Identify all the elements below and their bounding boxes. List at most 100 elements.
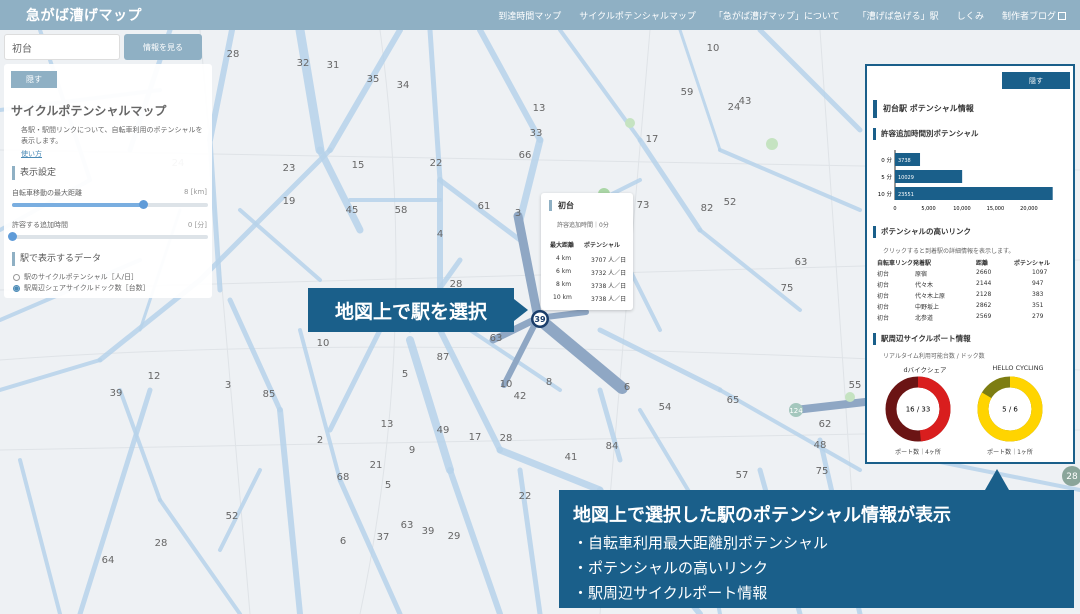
station-count-label: 59 (681, 87, 694, 98)
svg-text:124: 124 (789, 407, 803, 415)
port-count: ポート数｜1ヶ所 (987, 449, 1033, 456)
station-count-label: 64 (102, 555, 115, 566)
slider-thumb[interactable] (139, 200, 149, 209)
link-cell: 初台 (877, 315, 890, 322)
link-cell: 2660 (976, 269, 992, 276)
station-count-label: 42 (514, 391, 527, 402)
station-count-label: 17 (646, 134, 659, 145)
link-cell: 原宿 (915, 271, 928, 278)
gauge-value-label: 16 / 33 (906, 406, 931, 414)
radio-dock-count[interactable]: 駅周辺シェアサイクルドック数［台数］ (13, 283, 150, 293)
station-count-label: 6 (340, 536, 346, 547)
station-count-label: 75 (781, 283, 794, 294)
station-count-label: 45 (346, 205, 359, 216)
link-cell: 北参道 (915, 315, 934, 322)
selected-station-marker[interactable]: 39 (531, 310, 549, 328)
show-info-button[interactable]: 情報を見る (124, 34, 202, 60)
radio-icon[interactable] (13, 273, 20, 281)
station-count-label: 13 (533, 103, 546, 114)
port-availability-gauge: 5 / 6 (977, 376, 1043, 442)
station-count-label: 63 (795, 257, 808, 268)
station-search-input[interactable] (4, 34, 120, 60)
nav-about[interactable]: 「急がば漕げマップ」について (714, 9, 840, 22)
extra-time-slider[interactable] (8, 232, 208, 241)
radio-label: 駅のサイクルポテンシャル［人/日］ (24, 273, 139, 281)
popup-extra-time: 許容追加時間｜0分 (557, 222, 609, 229)
settings-heading: 表示設定 (12, 166, 56, 180)
popup-station-name: 初台 (549, 200, 574, 211)
col-header: 距離 (976, 260, 989, 267)
top-nav: 到達時間マップ サイクルポテンシャルマップ 「急がば漕げマップ」について 「漕げ… (498, 0, 1066, 30)
chart-tick-label: 15,000 (987, 206, 1005, 212)
max-distance-slider[interactable] (12, 200, 208, 209)
callout-info-item: ・ポテンシャルの高いリンク (573, 559, 769, 577)
station-count-label: 6 (624, 382, 630, 393)
slider-thumb[interactable] (8, 232, 17, 241)
link-cell: 351 (1032, 302, 1044, 309)
callout-arrow (514, 299, 528, 321)
max-distance-label: 自転車移動の最大距離 (12, 189, 82, 197)
link-cell: 2569 (976, 313, 992, 320)
hide-info-panel-button[interactable]: 隠す (1002, 72, 1070, 89)
station-count-label: 10 (500, 379, 513, 390)
chart-tick-label: 10,000 (953, 206, 971, 212)
station-count-label: 63 (401, 520, 414, 531)
popup-row-dist: 6 km (556, 268, 572, 275)
chart-tick-label: 20,000 (1020, 206, 1038, 212)
nav-blog[interactable]: 制作者ブログ (1002, 9, 1066, 22)
top-bar: 急がば漕げマップ 到達時間マップ サイクルポテンシャルマップ 「急がば漕げマップ… (0, 0, 1080, 30)
station-popup: 初台 許容追加時間｜0分 最大距離 ポテンシャル 4 km 3707 人／日 6… (541, 193, 633, 310)
station-count-label: 23 (283, 163, 296, 174)
nav-cycle-potential-map[interactable]: サイクルポテンシャルマップ (579, 9, 696, 22)
extra-time-potential-chart: 0 分 3738 5 分 10029 10 分 23551 0 5,000 10,000 15,0… (878, 150, 1053, 212)
station-count-label: 33 (530, 128, 543, 139)
station-count-label: 75 (816, 466, 829, 477)
link-cell: 初台 (877, 304, 890, 311)
usage-link[interactable]: 使い方 (21, 149, 42, 159)
station-count-label: 55 (849, 380, 862, 391)
nav-stations[interactable]: 「漕げば急げる」駅 (858, 9, 939, 22)
link-cell: 中野坂上 (915, 304, 940, 311)
chart-data-label: 3738 (898, 158, 911, 164)
link-cell: 代々木上原 (915, 293, 946, 300)
link-cell: 2128 (976, 291, 992, 298)
callout-select-station: 地図上で駅を選択 (308, 288, 514, 332)
station-count-label: 10 (317, 338, 330, 349)
link-cell: 279 (1032, 313, 1044, 320)
station-count-label: 28 (227, 49, 240, 60)
panel-title: サイクルポテンシャルマップ (11, 104, 167, 118)
chart-data-label: 23551 (898, 192, 914, 198)
port-availability-gauge: 16 / 33 (885, 376, 951, 442)
gauge-value-label: 5 / 6 (1002, 406, 1018, 414)
callout-arrow (985, 469, 1009, 490)
station-count-label: 10 (707, 43, 720, 54)
chart-tick-label: 0 (893, 206, 896, 212)
station-count-label: 3 (225, 380, 231, 391)
chart-category-label: 10 分 (878, 190, 893, 198)
radio-station-potential[interactable]: 駅のサイクルポテンシャル［人/日］ (13, 272, 138, 282)
data-display-heading: 駅で表示するデータ (12, 252, 101, 266)
radio-label: 駅周辺シェアサイクルドック数［台数］ (24, 284, 150, 292)
nav-reach-time-map[interactable]: 到達時間マップ (498, 9, 561, 22)
hide-panel-button[interactable]: 隠す (11, 71, 57, 88)
station-count-label: 9 (409, 445, 415, 456)
station-count-label: 15 (352, 160, 365, 171)
link-cell: 初台 (877, 282, 890, 289)
popup-col-distance: 最大距離 (550, 242, 575, 249)
app-title[interactable]: 急がば漕げマップ (26, 5, 142, 25)
station-count-label: 41 (565, 452, 578, 463)
cycle-port-heading: 駅周辺サイクルポート情報 (873, 333, 971, 345)
station-count-label: 28 (155, 538, 168, 549)
station-count-label: 68 (337, 472, 350, 483)
radio-icon[interactable] (13, 284, 20, 292)
popup-row-value: 3707 人／日 (591, 257, 627, 264)
nav-how-it-works[interactable]: しくみ (957, 9, 984, 22)
station-count-label: 66 (519, 150, 532, 161)
station-count-label: 37 (377, 532, 390, 543)
popup-col-potential: ポテンシャル (584, 242, 621, 249)
station-count-label: 21 (370, 460, 383, 471)
station-count-label: 3 (515, 208, 521, 219)
popup-row-value: 3732 人／日 (591, 270, 627, 277)
link-cell: 2144 (976, 280, 992, 287)
panel-description: 各駅・駅間リンクについて、自転車利用のポテンシャルを表示します。 (21, 126, 203, 145)
